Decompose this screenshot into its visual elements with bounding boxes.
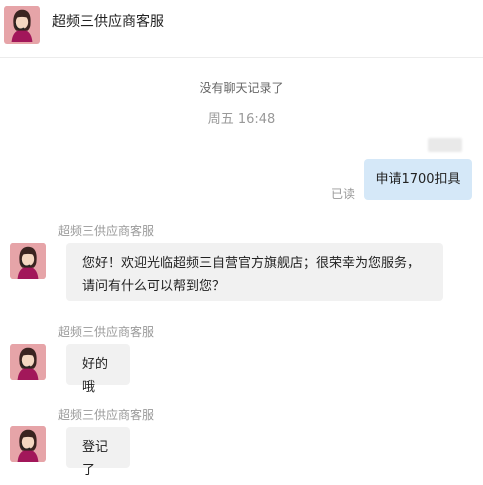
- sender-name: 超频三供应商客服: [58, 224, 155, 238]
- incoming-message-bubble[interactable]: 好的哦: [66, 344, 130, 395]
- agent-avatar-icon[interactable]: [10, 243, 46, 279]
- user-name-blurred: [428, 138, 462, 152]
- agent-avatar-icon[interactable]: [4, 6, 40, 44]
- chat-header: 超频三供应商客服: [0, 0, 483, 58]
- incoming-message-bubble[interactable]: 登记了: [66, 427, 130, 478]
- sender-name: 超频三供应商客服: [58, 408, 155, 422]
- message-timestamp: 周五 16:48: [207, 112, 276, 127]
- sender-name: 超频三供应商客服: [58, 325, 155, 339]
- outgoing-message-bubble[interactable]: 申请1700扣具: [364, 159, 472, 200]
- agent-avatar-icon[interactable]: [10, 344, 46, 380]
- agent-avatar-icon[interactable]: [10, 426, 46, 462]
- chat-title: 超频三供应商客服: [52, 14, 164, 30]
- no-history-notice: 没有聊天记录了: [199, 81, 284, 95]
- incoming-message-bubble[interactable]: 您好！欢迎光临超频三自营官方旗舰店；很荣幸为您服务，请问有什么可以帮到您？: [66, 243, 443, 301]
- read-status: 已读: [331, 187, 356, 201]
